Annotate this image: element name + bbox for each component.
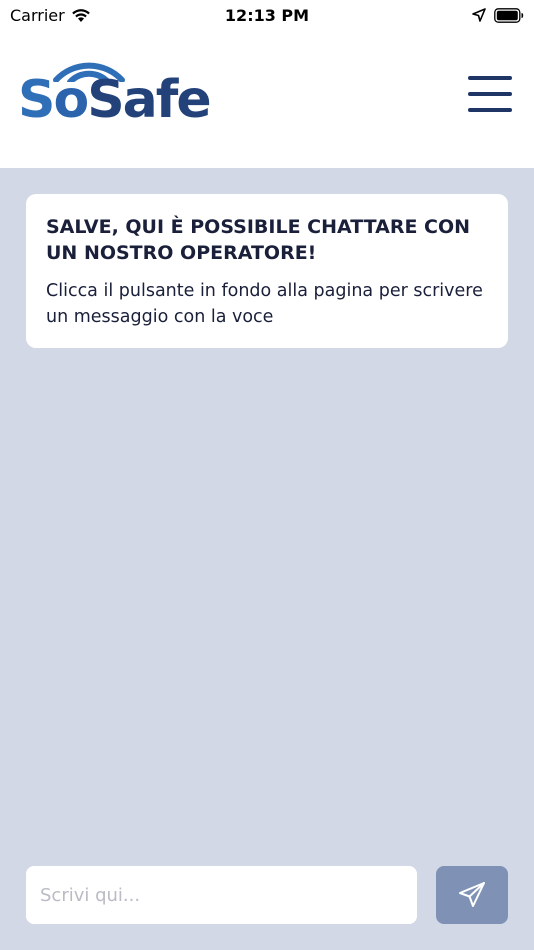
menu-bar-bottom bbox=[468, 108, 512, 112]
status-right bbox=[364, 7, 524, 23]
location-arrow-icon bbox=[472, 8, 486, 22]
hamburger-menu-icon[interactable] bbox=[468, 76, 512, 112]
app-header: SoSafe bbox=[0, 30, 534, 168]
logo-letter-s: S bbox=[18, 70, 55, 130]
carrier-label: Carrier bbox=[10, 5, 65, 25]
welcome-body: Clicca il pulsante in fondo alla pagina … bbox=[46, 281, 483, 327]
send-button[interactable] bbox=[436, 866, 508, 924]
message-input[interactable] bbox=[26, 866, 417, 924]
chat-screen: Carrier 12:13 PM SoSafe SALVE, QUI È POS… bbox=[0, 0, 534, 950]
logo-wordmark: SoSafe bbox=[18, 68, 212, 132]
paper-plane-icon bbox=[459, 882, 485, 907]
sosafe-logo[interactable]: SoSafe bbox=[18, 52, 218, 132]
status-left: Carrier bbox=[10, 6, 170, 25]
menu-bar-top bbox=[468, 76, 512, 80]
welcome-message-card: SALVE, QUI È POSSIBILE CHATTARE CON UN N… bbox=[26, 194, 508, 348]
logo-word-safe: Safe bbox=[87, 70, 211, 130]
logo-letter-o: o bbox=[53, 70, 89, 130]
status-time: 12:13 PM bbox=[224, 5, 310, 25]
battery-icon bbox=[494, 7, 524, 23]
status-bar: Carrier 12:13 PM bbox=[0, 0, 534, 30]
menu-bar-middle bbox=[468, 92, 512, 96]
welcome-title: SALVE, QUI È POSSIBILE CHATTARE CON UN N… bbox=[46, 216, 471, 264]
wifi-icon bbox=[71, 8, 90, 22]
